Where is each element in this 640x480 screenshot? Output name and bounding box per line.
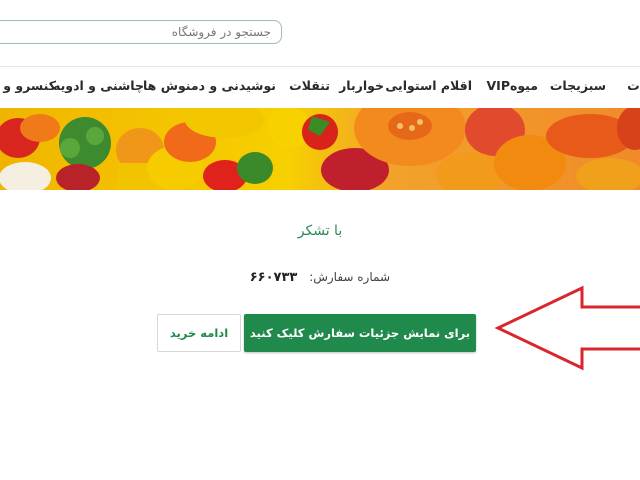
left-arrow-icon xyxy=(494,285,640,371)
order-number-value: ۶۶۰۷۳۳ xyxy=(249,270,298,285)
order-details-button[interactable]: برای نمایش جزئیات سفارش کلیک کنید xyxy=(244,314,476,352)
nav-item-spices[interactable]: چاشنی و ادویه xyxy=(53,78,144,93)
nav-item-fruit[interactable]: میوه xyxy=(510,78,538,93)
nav-item-drinks[interactable]: نوشیدنی و دمنوش ها xyxy=(143,78,276,93)
category-nav: ات سبزیجات میوه VIP اقلام استوایی خواربا… xyxy=(0,67,640,107)
nav-item-canned-partial[interactable]: کنسرو و غ xyxy=(0,78,56,93)
order-number-label: شماره سفارش: xyxy=(309,270,390,284)
continue-shopping-button[interactable]: ادامه خرید xyxy=(157,314,241,352)
search-box[interactable] xyxy=(0,20,282,44)
thank-you-message: با تشکر xyxy=(297,223,343,239)
order-number-line: شماره سفارش: ۶۶۰۷۳۳ xyxy=(240,270,390,285)
search-input[interactable] xyxy=(0,21,281,43)
nav-item-vip[interactable]: VIP xyxy=(487,78,511,93)
nav-item-tropical[interactable]: اقلام استوایی xyxy=(385,78,472,93)
nav-item-vegetables[interactable]: سبزیجات xyxy=(550,78,606,93)
nav-item-snacks[interactable]: تنقلات xyxy=(289,78,330,93)
nav-item-groceries[interactable]: خواربار xyxy=(339,78,384,93)
banner-image xyxy=(0,108,640,190)
nav-item-partial[interactable]: ات xyxy=(627,78,640,93)
fruit-vegetable-banner xyxy=(0,108,640,190)
